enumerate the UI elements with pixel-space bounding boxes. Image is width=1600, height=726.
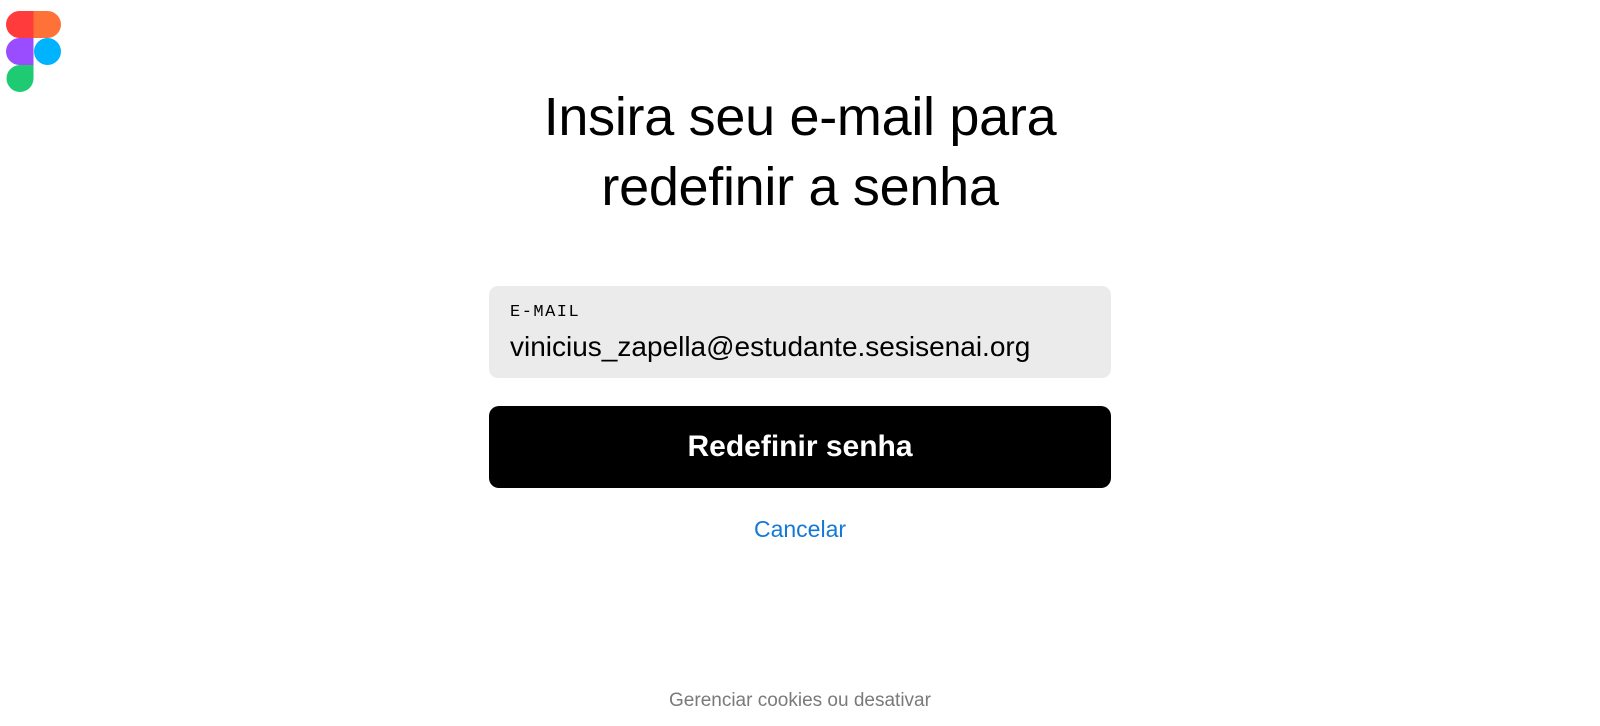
email-field[interactable]: E-MAIL bbox=[489, 286, 1111, 378]
reset-form: Insira seu e-mail para redefinir a senha… bbox=[0, 0, 1600, 543]
reset-password-page: Insira seu e-mail para redefinir a senha… bbox=[0, 0, 1600, 726]
cancel-link[interactable]: Cancelar bbox=[754, 516, 846, 543]
reset-password-button[interactable]: Redefinir senha bbox=[489, 406, 1111, 488]
email-label: E-MAIL bbox=[510, 303, 581, 322]
page-title: Insira seu e-mail para redefinir a senha bbox=[543, 87, 1057, 217]
manage-cookies-link[interactable]: Gerenciar cookies ou desativar bbox=[0, 690, 1600, 712]
email-input[interactable] bbox=[510, 329, 1090, 365]
